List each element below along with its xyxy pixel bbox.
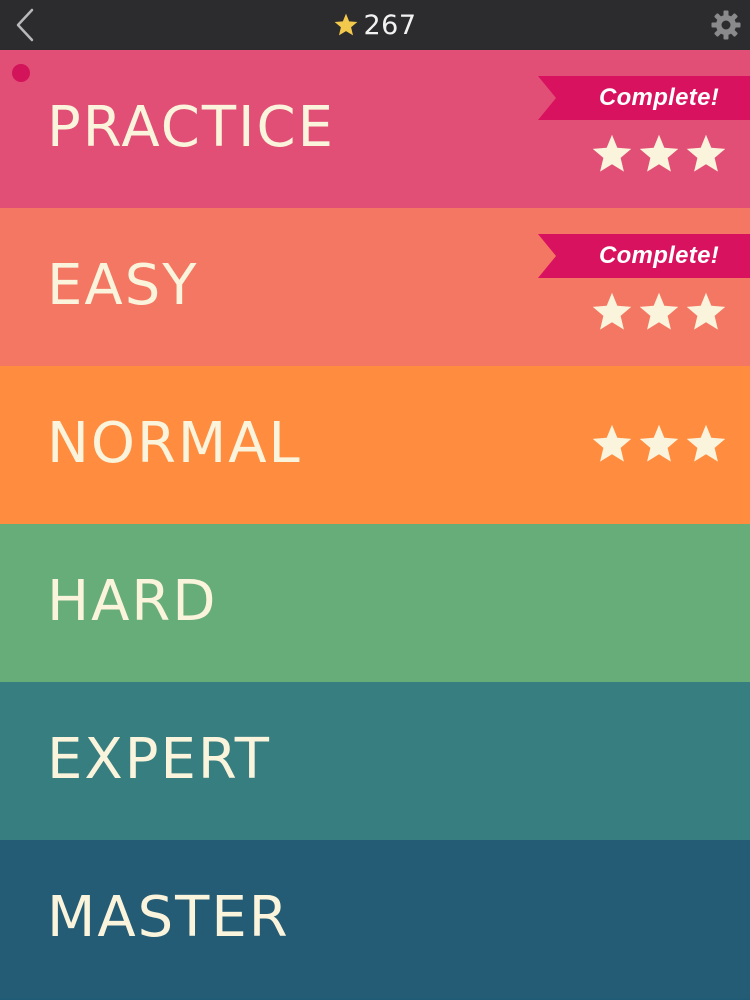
star-icon <box>639 292 679 330</box>
star-icon <box>686 292 726 330</box>
star-icon <box>335 13 358 36</box>
new-indicator-dot <box>12 64 30 82</box>
level-row-normal[interactable]: NORMAL <box>0 366 750 524</box>
level-row-practice[interactable]: PRACTICE Complete! <box>0 50 750 208</box>
complete-badge-text: Complete! <box>598 242 720 269</box>
complete-ribbon: Complete! <box>538 234 750 278</box>
complete-badge-text: Complete! <box>598 84 720 111</box>
level-label: MASTER <box>47 885 290 951</box>
level-row-hard[interactable]: HARD <box>0 524 750 682</box>
level-stars <box>590 290 728 334</box>
star-icon <box>592 424 632 462</box>
star-icon <box>592 292 632 330</box>
gear-icon <box>711 10 741 40</box>
level-label: HARD <box>47 569 218 635</box>
level-list: PRACTICE Complete! EASY Complete! NORMAL HARD… <box>0 50 750 998</box>
star-icon <box>592 134 632 172</box>
level-label: NORMAL <box>47 411 302 477</box>
star-icon <box>686 424 726 462</box>
back-button[interactable] <box>10 7 40 43</box>
score-display: 267 <box>333 10 416 41</box>
settings-button[interactable] <box>710 9 742 41</box>
level-row-master[interactable]: MASTER <box>0 840 750 998</box>
star-icon <box>639 424 679 462</box>
complete-ribbon: Complete! <box>538 76 750 120</box>
level-label: PRACTICE <box>47 95 336 161</box>
level-stars <box>590 422 728 466</box>
chevron-left-icon <box>16 8 34 42</box>
level-label: EXPERT <box>47 727 271 793</box>
top-bar: 267 <box>0 0 750 50</box>
star-icon <box>639 134 679 172</box>
level-stars <box>590 132 728 176</box>
level-row-expert[interactable]: EXPERT <box>0 682 750 840</box>
level-row-easy[interactable]: EASY Complete! <box>0 208 750 366</box>
level-label: EASY <box>47 253 199 319</box>
star-icon <box>686 134 726 172</box>
score-value: 267 <box>363 9 417 41</box>
